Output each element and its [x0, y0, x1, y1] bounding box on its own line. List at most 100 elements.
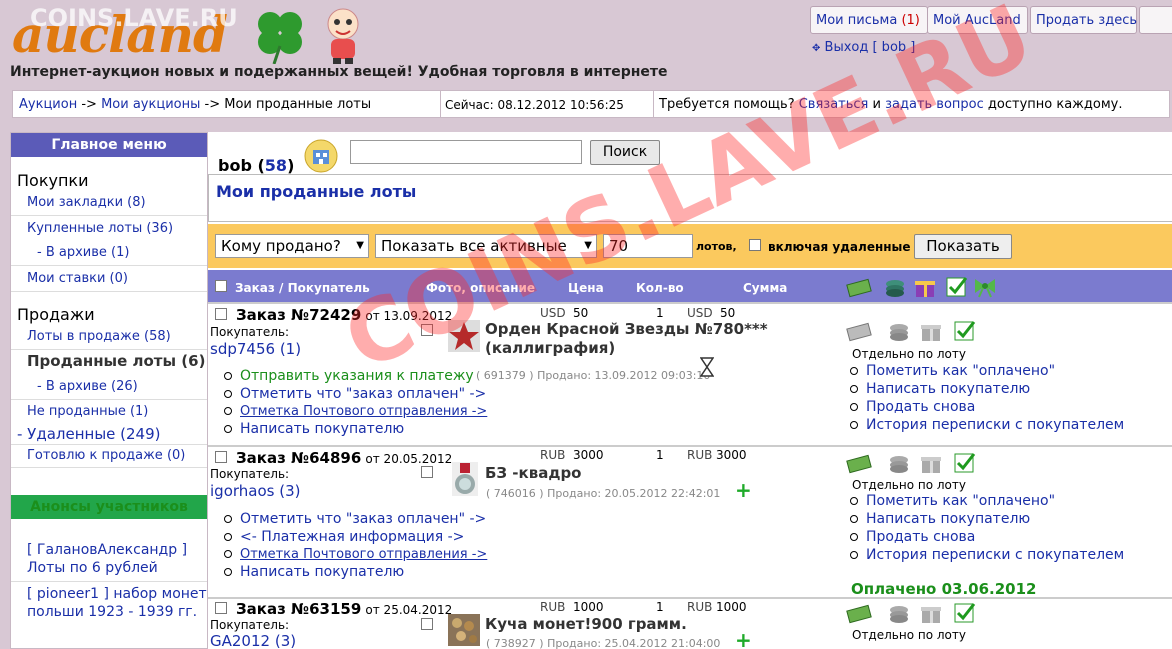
column-order-buyer[interactable]: Заказ / Покупатель — [235, 281, 370, 295]
lot-checkbox[interactable] — [421, 466, 433, 478]
write-buyer-link[interactable]: Написать покупателю — [850, 380, 1124, 398]
menu-item-on-sale[interactable]: Лоты в продаже (58) — [27, 329, 171, 344]
order-checkbox[interactable] — [215, 602, 227, 614]
order-number[interactable]: Заказ №64896 — [236, 449, 361, 467]
gift-icon[interactable] — [918, 602, 944, 624]
mark-paid-link[interactable]: Отметить что "заказ оплачен" -> — [224, 511, 487, 529]
gift-icon[interactable] — [918, 320, 944, 342]
coins-stack-icon[interactable] — [886, 602, 912, 624]
sum-currency: RUB — [687, 600, 713, 614]
announce-item[interactable]: [ ГалановАлександр ] Лоты по 6 рублей — [11, 541, 207, 577]
mark-as-paid-link[interactable]: Пометить как "оплачено" — [850, 492, 1124, 510]
lot-title[interactable]: БЗ -квадро — [485, 464, 582, 482]
order-checkbox[interactable] — [215, 451, 227, 463]
mark-paid-link[interactable]: Отметить что "заказ оплачен" -> — [224, 386, 487, 404]
buyer-name[interactable]: GA2012 — [210, 632, 270, 649]
buyer-select[interactable]: Кому продано? ▼ — [215, 234, 369, 258]
buyer-rating[interactable]: (1) — [280, 340, 301, 358]
contact-link[interactable]: Связаться — [799, 97, 869, 112]
sell-here-button[interactable]: Продать здесь — [1030, 6, 1137, 34]
check-icon[interactable] — [944, 276, 970, 298]
money-icon[interactable] — [846, 276, 872, 298]
lot-title[interactable]: Куча монет!900 грамм. — [485, 615, 687, 633]
check-icon[interactable] — [952, 320, 978, 342]
status-select[interactable]: Показать все активные ▼ — [375, 234, 597, 258]
buyer-rating[interactable]: (3) — [275, 632, 296, 649]
breadcrumb-arrow: -> — [81, 97, 97, 112]
ribbon-icon[interactable] — [972, 276, 998, 298]
count-input[interactable]: 70 — [603, 234, 693, 258]
money-icon[interactable] — [846, 320, 872, 342]
write-buyer-link[interactable]: Написать покупателю — [850, 510, 1124, 528]
lot-photo[interactable] — [448, 320, 480, 352]
order-checkbox[interactable] — [215, 308, 227, 320]
lot-checkbox[interactable] — [421, 618, 433, 630]
my-messages-button[interactable]: Мои письма (1) — [810, 6, 928, 34]
send-payment-instructions-link[interactable]: Отправить указания к платежу — [224, 368, 487, 386]
lots-label: лотов, — [696, 240, 737, 253]
logout-link[interactable]: ✥ Выход [ bob ] — [812, 40, 915, 55]
payment-info-link[interactable]: <- Платежная информация -> — [224, 529, 487, 547]
sell-again-link[interactable]: Продать снова — [850, 528, 1124, 546]
breadcrumb: Аукцион -> Мои аукционы -> Мои проданные… — [19, 97, 371, 112]
search-button[interactable]: Поиск — [590, 140, 660, 165]
lot-checkbox[interactable] — [421, 324, 433, 336]
ask-question-link[interactable]: задать вопрос — [885, 97, 984, 112]
lot-photo[interactable] — [452, 462, 478, 496]
action-label: <- Платежная информация -> — [240, 528, 465, 545]
buyer-name[interactable]: igorhaos — [210, 482, 274, 500]
search-input[interactable] — [350, 140, 582, 164]
breadcrumb-auction[interactable]: Аукцион — [19, 97, 77, 112]
coins-stack-icon[interactable] — [886, 452, 912, 474]
mark-shipment-link[interactable]: Отметка Почтового отправления -> — [224, 546, 487, 564]
menu-item-not-sold[interactable]: Не проданные (1) — [27, 404, 148, 419]
check-icon[interactable] — [952, 452, 978, 474]
coins-stack-icon[interactable] — [882, 276, 908, 298]
breadcrumb-my-auctions[interactable]: Мои аукционы — [101, 97, 200, 112]
column-sum[interactable]: Сумма — [743, 281, 787, 295]
lot-photo[interactable] — [448, 614, 480, 646]
plus-icon[interactable]: + — [735, 628, 752, 649]
message-history-link[interactable]: История переписки с покупателем — [850, 416, 1124, 434]
menu-item-ready[interactable]: Готовлю к продаже (0) — [27, 448, 185, 463]
menu-item-deleted[interactable]: - Удаленные (249) — [17, 425, 161, 443]
money-icon[interactable] — [846, 452, 872, 474]
check-icon[interactable] — [952, 602, 978, 624]
mark-shipment-link[interactable]: Отметка Почтового отправления -> — [224, 403, 487, 421]
include-deleted-checkbox[interactable] — [749, 239, 761, 251]
menu-item-sold[interactable]: Проданные лоты (6) — [27, 352, 205, 370]
money-icon[interactable] — [846, 602, 872, 624]
gift-icon[interactable] — [912, 276, 938, 298]
buyer-name[interactable]: sdp7456 — [210, 340, 275, 358]
menu-item-sold-archive[interactable]: - В архиве (26) — [37, 379, 138, 394]
announce-item[interactable]: [ pioneer1 ] набор монет польши 1923 - 1… — [11, 585, 207, 621]
my-aucland-button[interactable]: Мой AucLand — [927, 6, 1028, 34]
plus-icon[interactable]: + — [735, 478, 752, 502]
column-price[interactable]: Цена — [568, 281, 604, 295]
menu-item-bids[interactable]: Мои ставки (0) — [27, 271, 128, 286]
write-buyer-link[interactable]: Написать покупателю — [224, 421, 487, 439]
home-icon[interactable] — [304, 139, 338, 173]
buyer-rating[interactable]: (3) — [279, 482, 300, 500]
gift-icon[interactable] — [918, 452, 944, 474]
user-rating[interactable]: 58 — [265, 156, 287, 175]
show-button[interactable]: Показать — [914, 234, 1012, 259]
lot-title[interactable]: Орден Красной Звезды №780*** (каллиграфи… — [485, 320, 785, 358]
order-number[interactable]: Заказ №63159 — [236, 600, 361, 618]
menu-item-bookmarks[interactable]: Мои закладки (8) — [27, 195, 146, 210]
menu-item-bought[interactable]: Купленные лоты (36) — [27, 221, 173, 236]
order-number[interactable]: Заказ №72429 — [236, 306, 361, 324]
extra-top-button[interactable] — [1139, 6, 1172, 34]
select-all-checkbox[interactable] — [215, 280, 227, 292]
write-buyer-link[interactable]: Написать покупателю — [224, 564, 487, 582]
logout-label: Выход [ bob ] — [824, 40, 916, 55]
coins-stack-icon[interactable] — [886, 320, 912, 342]
help-and: и — [872, 97, 881, 112]
sell-again-link[interactable]: Продать снова — [850, 398, 1124, 416]
paid-status: Оплачено 03.06.2012 — [851, 580, 1037, 598]
message-history-link[interactable]: История переписки с покупателем — [850, 546, 1124, 564]
mark-as-paid-link[interactable]: Пометить как "оплачено" — [850, 362, 1124, 380]
column-qty: Кол-во — [636, 281, 684, 295]
action-label: Отметка Почтового отправления -> — [240, 404, 488, 419]
menu-item-bought-archive[interactable]: - В архиве (1) — [37, 245, 129, 260]
